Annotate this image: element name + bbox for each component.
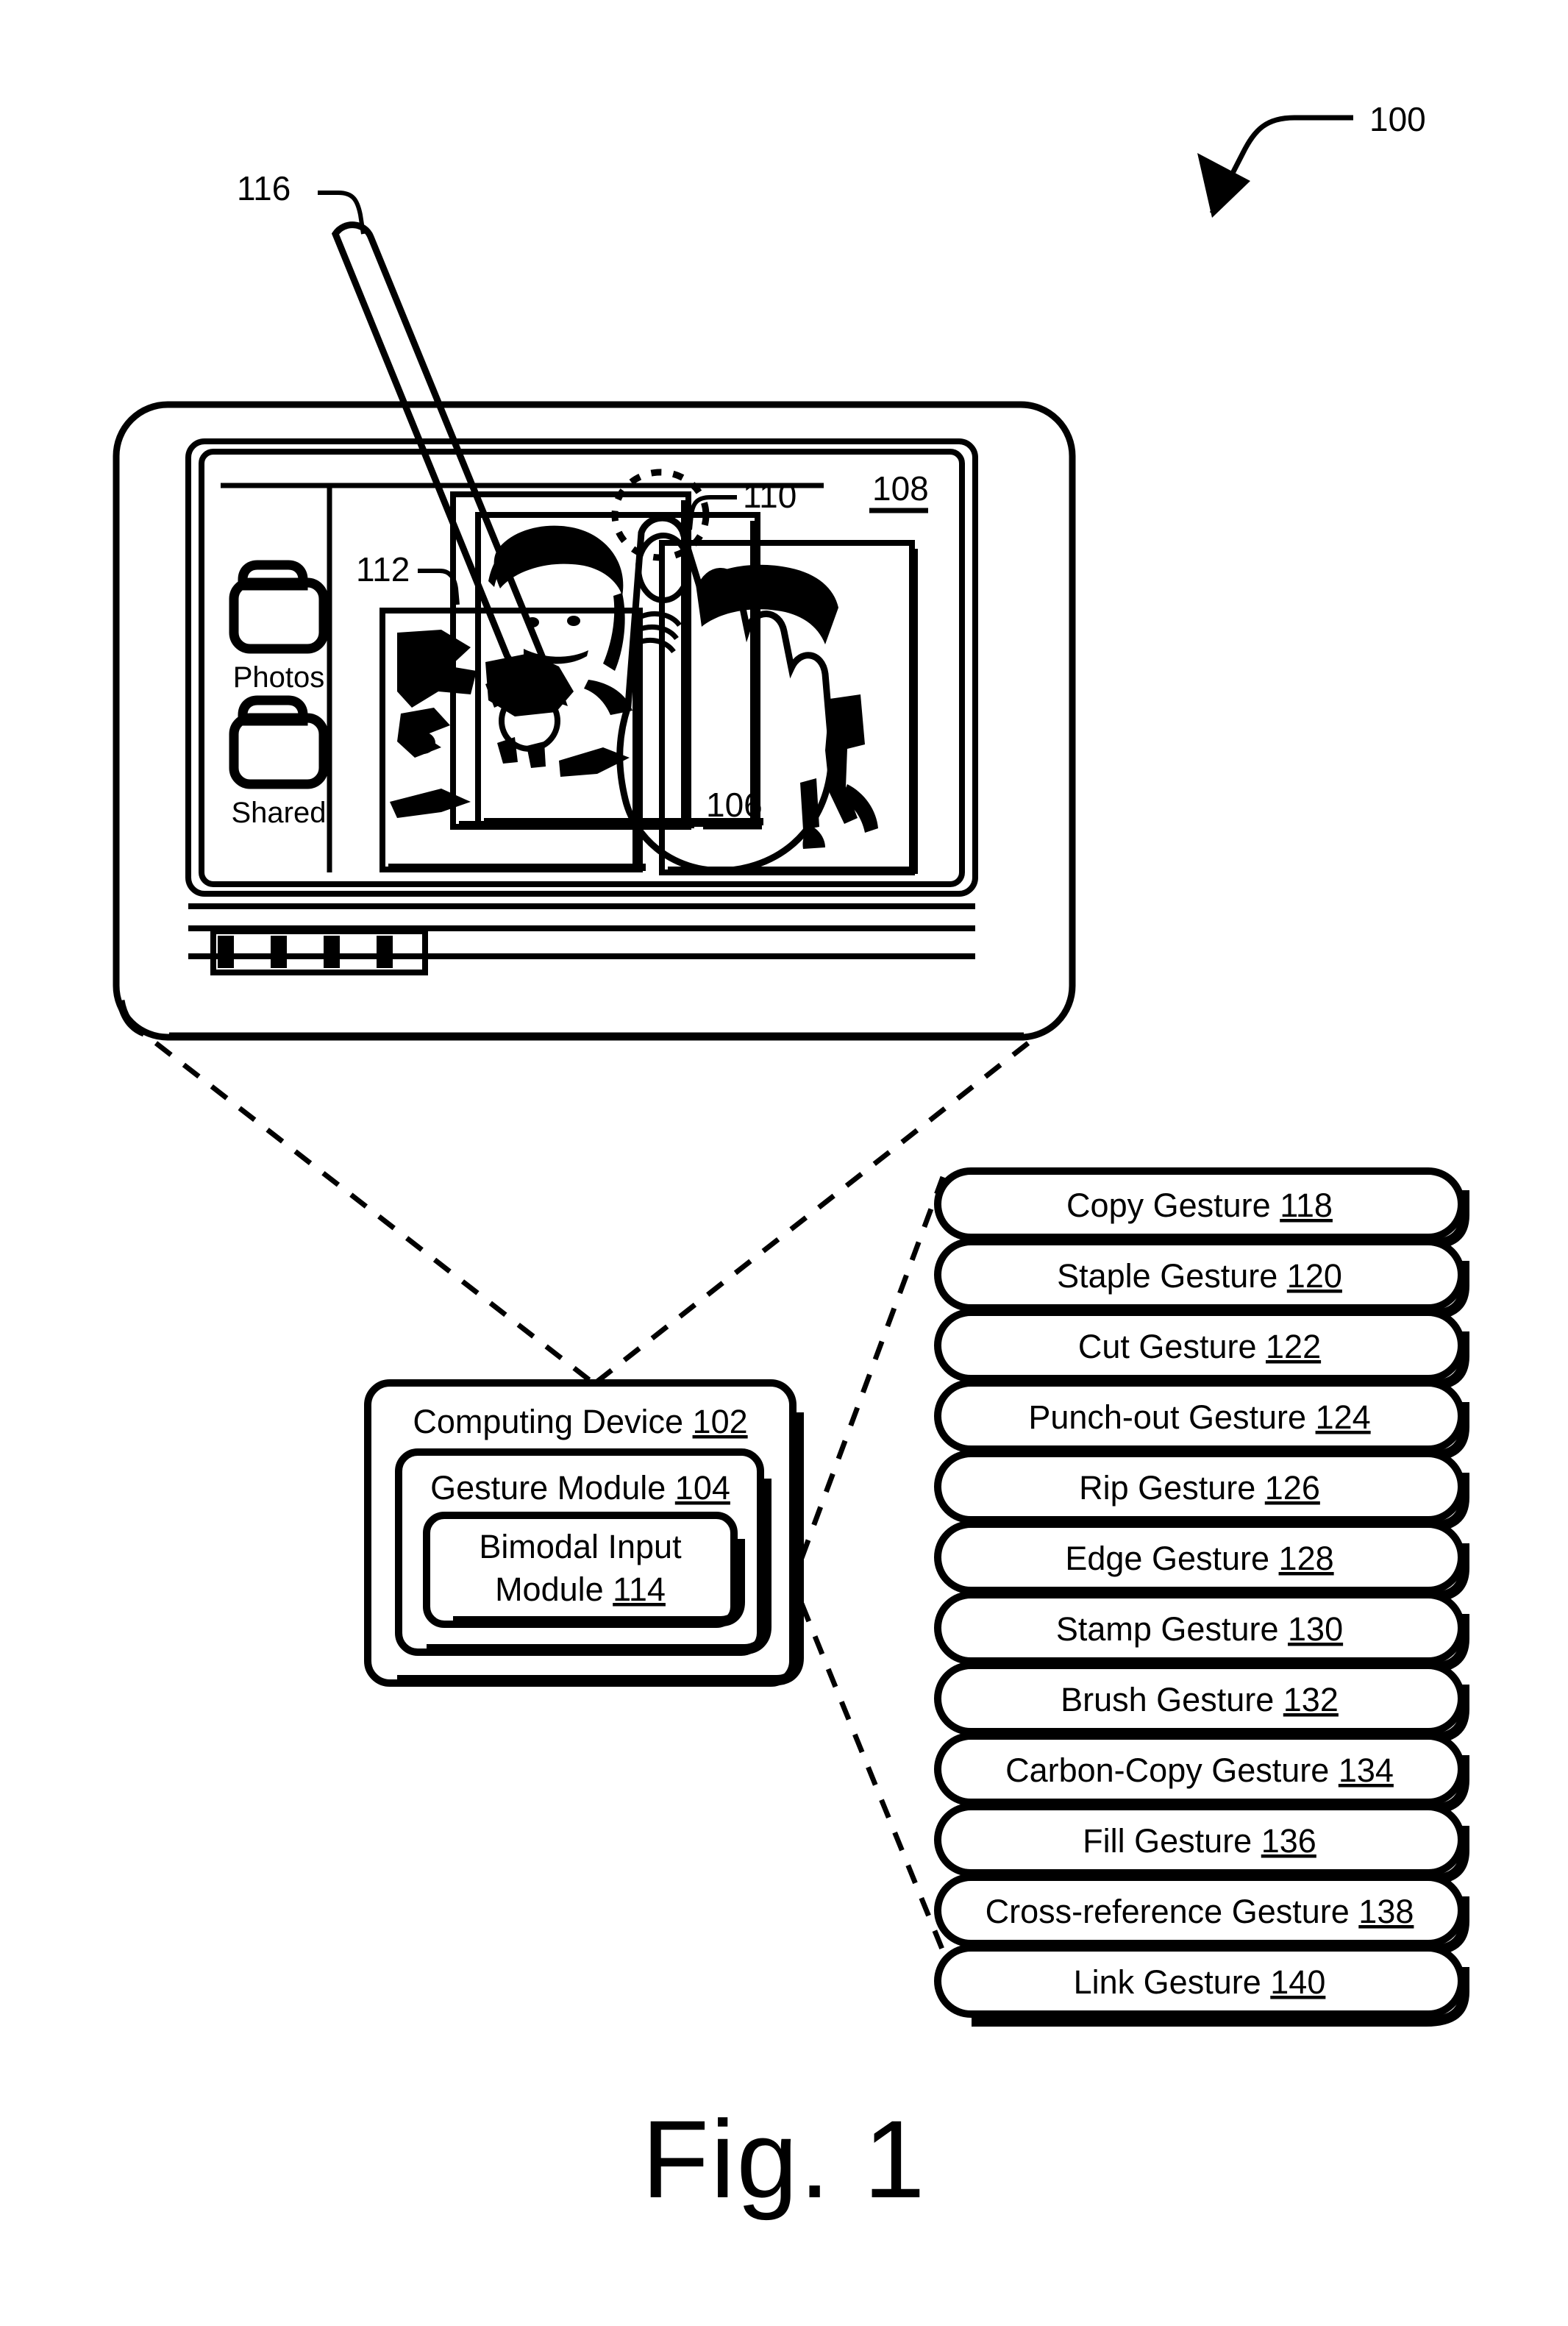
system-ref-leader: [1197, 115, 1353, 218]
expansion-lines-device: [154, 1041, 1030, 1384]
screen-content[interactable]: Photos Shared: [221, 469, 918, 875]
gesture-list[interactable]: Copy Gesture 118 Staple Gesture 120 Cut Ge…: [934, 1167, 1469, 2027]
bimodal-input-module-label-line1: Bimodal Input: [479, 1528, 682, 1565]
expansion-lines-gestures: [799, 1176, 946, 1952]
toolbar-buttons[interactable]: [210, 928, 428, 975]
sidebar-item-shared[interactable]: Shared: [229, 695, 329, 829]
gesture-pill-label: Stamp Gesture 130: [1056, 1610, 1343, 1648]
figure-caption: Fig. 1: [641, 2097, 927, 2221]
hand-ref: 106: [703, 786, 763, 830]
gesture-pill-label: Carbon-Copy Gesture 134: [1005, 1751, 1394, 1789]
sidebar-item-photos-label: Photos: [233, 661, 325, 694]
image-ref: 112: [356, 550, 460, 605]
gesture-pill-label: Link Gesture 140: [1074, 1963, 1326, 2001]
gesture-pill[interactable]: Stamp Gesture 130: [934, 1591, 1469, 1674]
gesture-pill-label: Copy Gesture 118: [1066, 1187, 1333, 1224]
contact-area-ref-number: 110: [743, 477, 797, 515]
gesture-pill[interactable]: Carbon-Copy Gesture 134: [934, 1732, 1469, 1815]
computing-device-block[interactable]: Computing Device 102 Gesture Module 104 …: [364, 1379, 804, 1687]
gesture-pill[interactable]: Fill Gesture 136: [934, 1803, 1469, 1885]
gesture-pill-label: Brush Gesture 132: [1061, 1681, 1339, 1718]
computing-device-label: Computing Device 102: [413, 1403, 747, 1440]
gesture-pill[interactable]: Rip Gesture 126: [934, 1450, 1469, 1532]
gesture-pill[interactable]: Edge Gesture 128: [934, 1521, 1469, 1603]
tablet-bezel-shadow: [116, 999, 1024, 1041]
bimodal-input-module-label-line2: Module 114: [495, 1571, 666, 1608]
gesture-pill-label: Cut Gesture 122: [1078, 1328, 1321, 1365]
display-ref: 108: [869, 469, 929, 513]
sidebar-item-shared-label: Shared: [232, 797, 327, 829]
toolbar-button-1: [218, 936, 234, 968]
hand-ref-number: 106: [706, 786, 763, 824]
gesture-pill-label: Cross-reference Gesture 138: [986, 1893, 1414, 1930]
gesture-pill[interactable]: Cross-reference Gesture 138: [934, 1874, 1469, 1956]
folder-icon: [229, 695, 329, 789]
image-ref-number: 112: [356, 550, 410, 588]
tablet-toolbar[interactable]: [188, 903, 975, 975]
folder-icon: [229, 560, 329, 654]
gesture-pill[interactable]: Copy Gesture 118: [934, 1167, 1469, 1250]
gesture-pill-label: Fill Gesture 136: [1083, 1822, 1316, 1860]
photo-front-artwork: [485, 525, 632, 715]
stylus-ref-number: 116: [237, 169, 291, 207]
display-ref-number: 108: [872, 469, 929, 508]
patent-figure: 100 116 Photos Shared 108 110 106 112 Co…: [0, 0, 1568, 2326]
gesture-pill-label: Punch-out Gesture 124: [1028, 1398, 1370, 1436]
toolbar-button-3: [324, 936, 340, 968]
system-ref-number: 100: [1369, 100, 1426, 138]
gesture-pill-label: Staple Gesture 120: [1057, 1257, 1342, 1295]
gesture-module-label: Gesture Module 104: [430, 1469, 730, 1507]
toolbar-button-4: [377, 936, 393, 968]
sidebar-item-photos[interactable]: Photos: [229, 560, 329, 694]
toolbar-button-2: [271, 936, 287, 968]
tablet-device[interactable]: Photos Shared 108 110 106 112: [113, 401, 1076, 1041]
figure-canvas: 100 116 Photos Shared 108 110 106 112 Co…: [113, 100, 1469, 2027]
system-ref-arrowhead: [1197, 153, 1250, 218]
gesture-pill-label: Edge Gesture 128: [1065, 1540, 1333, 1577]
gesture-pill[interactable]: Staple Gesture 120: [934, 1238, 1469, 1320]
gesture-pill[interactable]: Brush Gesture 132: [934, 1662, 1469, 1744]
gesture-pill-label: Rip Gesture 126: [1079, 1469, 1320, 1507]
gesture-pill[interactable]: Link Gesture 140: [934, 1944, 1469, 2027]
gesture-pill[interactable]: Punch-out Gesture 124: [934, 1379, 1469, 1462]
gesture-pill[interactable]: Cut Gesture 122: [934, 1309, 1469, 1391]
